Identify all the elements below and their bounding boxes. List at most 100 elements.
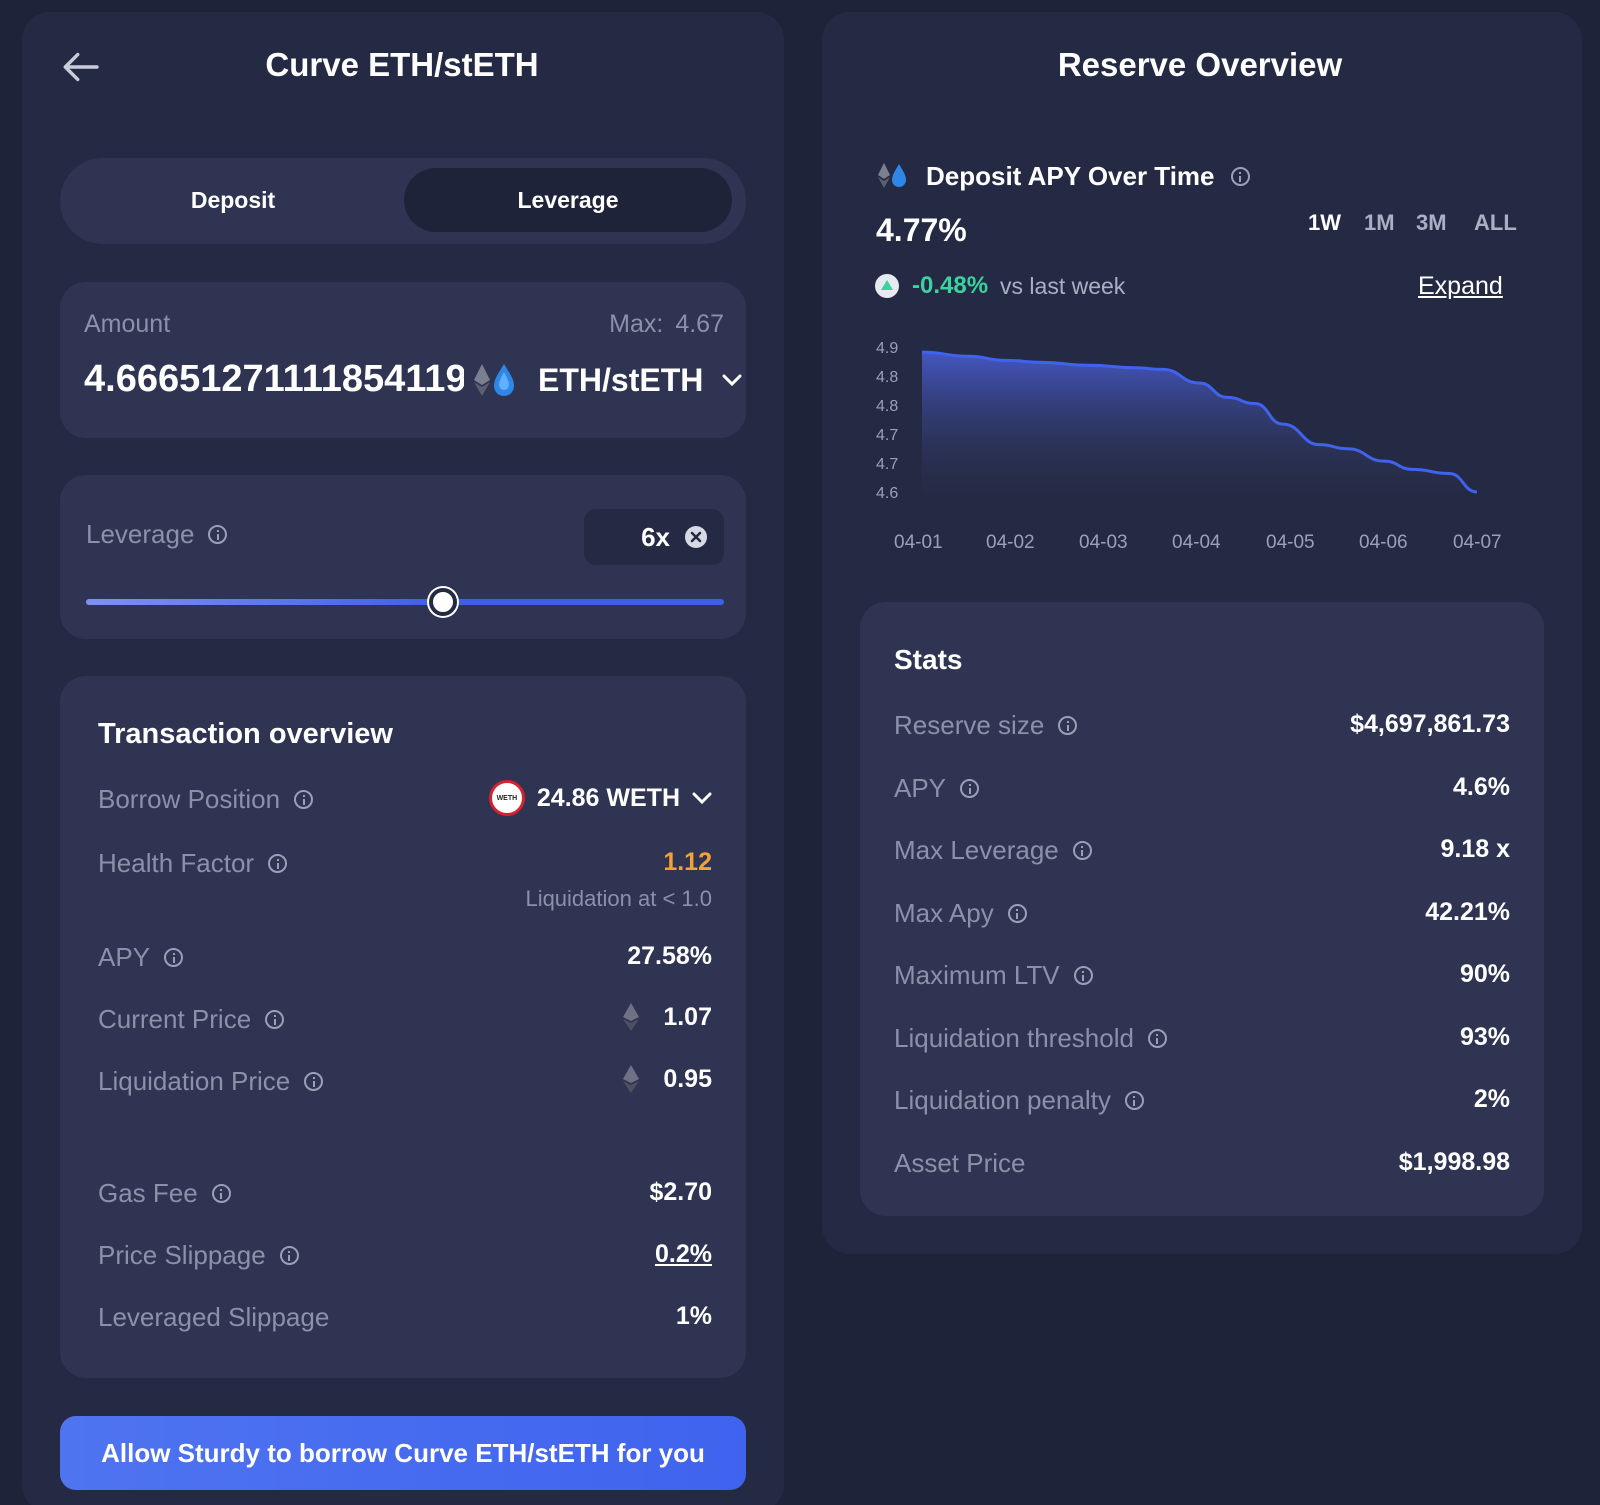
borrow-position-value: 24.86 WETH [536, 783, 680, 812]
max-value: 4.67 [675, 310, 724, 338]
amount-input[interactable]: 4.666512711118541198 [84, 358, 464, 401]
info-icon[interactable] [164, 948, 184, 967]
y-tick-label: 4.7 [876, 456, 899, 473]
leverage-slider-thumb[interactable] [429, 588, 458, 616]
stat-label: Liquidation penalty [894, 1085, 1111, 1115]
eth-steth-token-icon [474, 364, 514, 396]
clear-icon[interactable] [684, 525, 708, 549]
leveraged-slippage-value: 1% [675, 1302, 712, 1330]
chart-title-row: Deposit APY Over Time [876, 160, 1250, 192]
stats-card: Stats Reserve size $4,697,861.73 APY 4.6% Ma… [860, 602, 1544, 1216]
gas-fee-value: $2.70 [649, 1178, 712, 1206]
x-tick-label: 04-06 [1359, 532, 1408, 553]
tab-deposit[interactable]: Deposit [70, 168, 396, 232]
stat-label-row: Reserve size [894, 710, 1078, 741]
period-3m[interactable]: 3M [1416, 210, 1447, 236]
stat-label-row: Max Leverage [894, 835, 1092, 866]
info-icon[interactable] [268, 854, 288, 873]
back-arrow-icon[interactable] [60, 50, 100, 84]
y-tick-label: 4.8 [876, 398, 899, 415]
stat-value: 42.21% [1425, 897, 1510, 926]
apy-value: 27.58% [627, 942, 712, 970]
reserve-overview-title: Reserve Overview [1057, 46, 1343, 83]
apy-change-row: -0.48% vs last week [874, 272, 1125, 300]
stat-label-row: Max Apy [894, 898, 1027, 929]
chart-title: Deposit APY Over Time [926, 160, 1215, 191]
tab-leverage[interactable]: Leverage [404, 168, 732, 232]
stat-label-row: Liquidation penalty [894, 1085, 1144, 1116]
liquidation-price-label: Liquidation Price [98, 1066, 291, 1096]
info-icon[interactable] [1072, 841, 1092, 860]
stat-label-row: Maximum LTV [894, 960, 1093, 991]
overview-title: Transaction overview [98, 718, 393, 750]
expand-link[interactable]: Expand [1418, 272, 1503, 301]
token-label: ETH/stETH [538, 361, 704, 398]
eth-icon [623, 1065, 640, 1093]
price-slippage-label: Price Slippage [98, 1240, 266, 1270]
allow-borrow-button[interactable]: Allow Sturdy to borrow Curve ETH/stETH f… [60, 1416, 746, 1490]
liquidation-note: Liquidation at < 1.0 [525, 886, 712, 911]
stat-label-row: APY [894, 772, 980, 804]
current-apy: 4.77% [876, 212, 967, 248]
stat-label-row: Asset Price [894, 1148, 1026, 1179]
info-icon[interactable] [304, 1072, 324, 1091]
x-tick-label: 04-02 [986, 532, 1035, 553]
x-tick-label: 04-03 [1079, 532, 1128, 553]
stat-value: 2% [1473, 1085, 1510, 1113]
leverage-value-box[interactable]: 6x [584, 509, 724, 565]
leveraged-slippage-label: Leveraged Slippage [98, 1302, 330, 1332]
y-tick-label: 4.7 [876, 427, 899, 444]
current-price-row-value: 1.07 [621, 1002, 712, 1032]
info-icon[interactable] [279, 1246, 299, 1265]
info-icon[interactable] [1058, 716, 1078, 735]
info-icon[interactable] [1147, 1028, 1167, 1048]
stat-value: 4.6% [1453, 772, 1510, 801]
liquidation-price-value: 0.95 [663, 1064, 712, 1093]
leverage-label-row: Leverage [86, 519, 228, 550]
apy-change-suffix: vs last week [1000, 272, 1126, 299]
liquidation-price-label-row: Liquidation Price [98, 1066, 324, 1097]
token-selector[interactable]: ETH/stETH [472, 360, 743, 400]
y-tick-label: 4.9 [876, 340, 899, 357]
info-icon[interactable] [1007, 903, 1027, 923]
chevron-down-icon [692, 792, 712, 804]
eth-steth-token-icon [878, 163, 906, 188]
leverage-value: 6x [641, 521, 670, 552]
leverage-label: Leverage [86, 519, 195, 549]
period-1m[interactable]: 1M [1364, 210, 1395, 236]
x-tick-label: 04-05 [1266, 532, 1315, 553]
liquidation-price-row-value: 0.95 [621, 1064, 712, 1094]
gas-fee-label: Gas Fee [98, 1178, 198, 1208]
period-1w[interactable]: 1W [1308, 210, 1341, 236]
x-tick-label: 04-04 [1172, 532, 1221, 553]
info-icon[interactable] [294, 790, 314, 809]
stat-value: 9.18 x [1440, 835, 1510, 863]
info-icon[interactable] [208, 525, 228, 544]
stat-label: Max Leverage [894, 835, 1059, 865]
info-icon[interactable] [265, 1010, 285, 1029]
stat-value: $4,697,861.73 [1350, 710, 1510, 738]
current-price-label-row: Current Price [98, 1004, 285, 1035]
info-icon[interactable] [211, 1184, 231, 1203]
stat-label: Reserve size [894, 710, 1045, 740]
weth-token-icon: WETH [488, 780, 525, 816]
info-icon[interactable] [1230, 166, 1250, 186]
trend-up-icon [875, 274, 899, 298]
leverage-slider-track[interactable] [86, 588, 724, 616]
info-icon[interactable] [1073, 966, 1093, 985]
eth-icon [623, 1003, 640, 1031]
borrow-position-selector[interactable]: WETH 24.86 WETH [488, 780, 712, 816]
stat-label: Liquidation threshold [894, 1022, 1134, 1053]
leveraged-slippage-label-row: Leveraged Slippage [98, 1302, 329, 1333]
price-slippage-value[interactable]: 0.2% [655, 1240, 712, 1269]
info-icon[interactable] [960, 778, 980, 798]
apy-area-chart[interactable] [920, 340, 1490, 500]
amount-card: Amount Max: 4.67 4.666512711118541198 ET… [60, 282, 746, 438]
stat-label: APY [894, 772, 947, 803]
stats-title: Stats [894, 644, 963, 675]
max-amount[interactable]: Max: 4.67 [609, 310, 724, 339]
leverage-slider-fill [86, 599, 444, 605]
stat-label: Maximum LTV [894, 960, 1060, 990]
period-all[interactable]: ALL [1474, 210, 1517, 236]
info-icon[interactable] [1124, 1091, 1144, 1110]
